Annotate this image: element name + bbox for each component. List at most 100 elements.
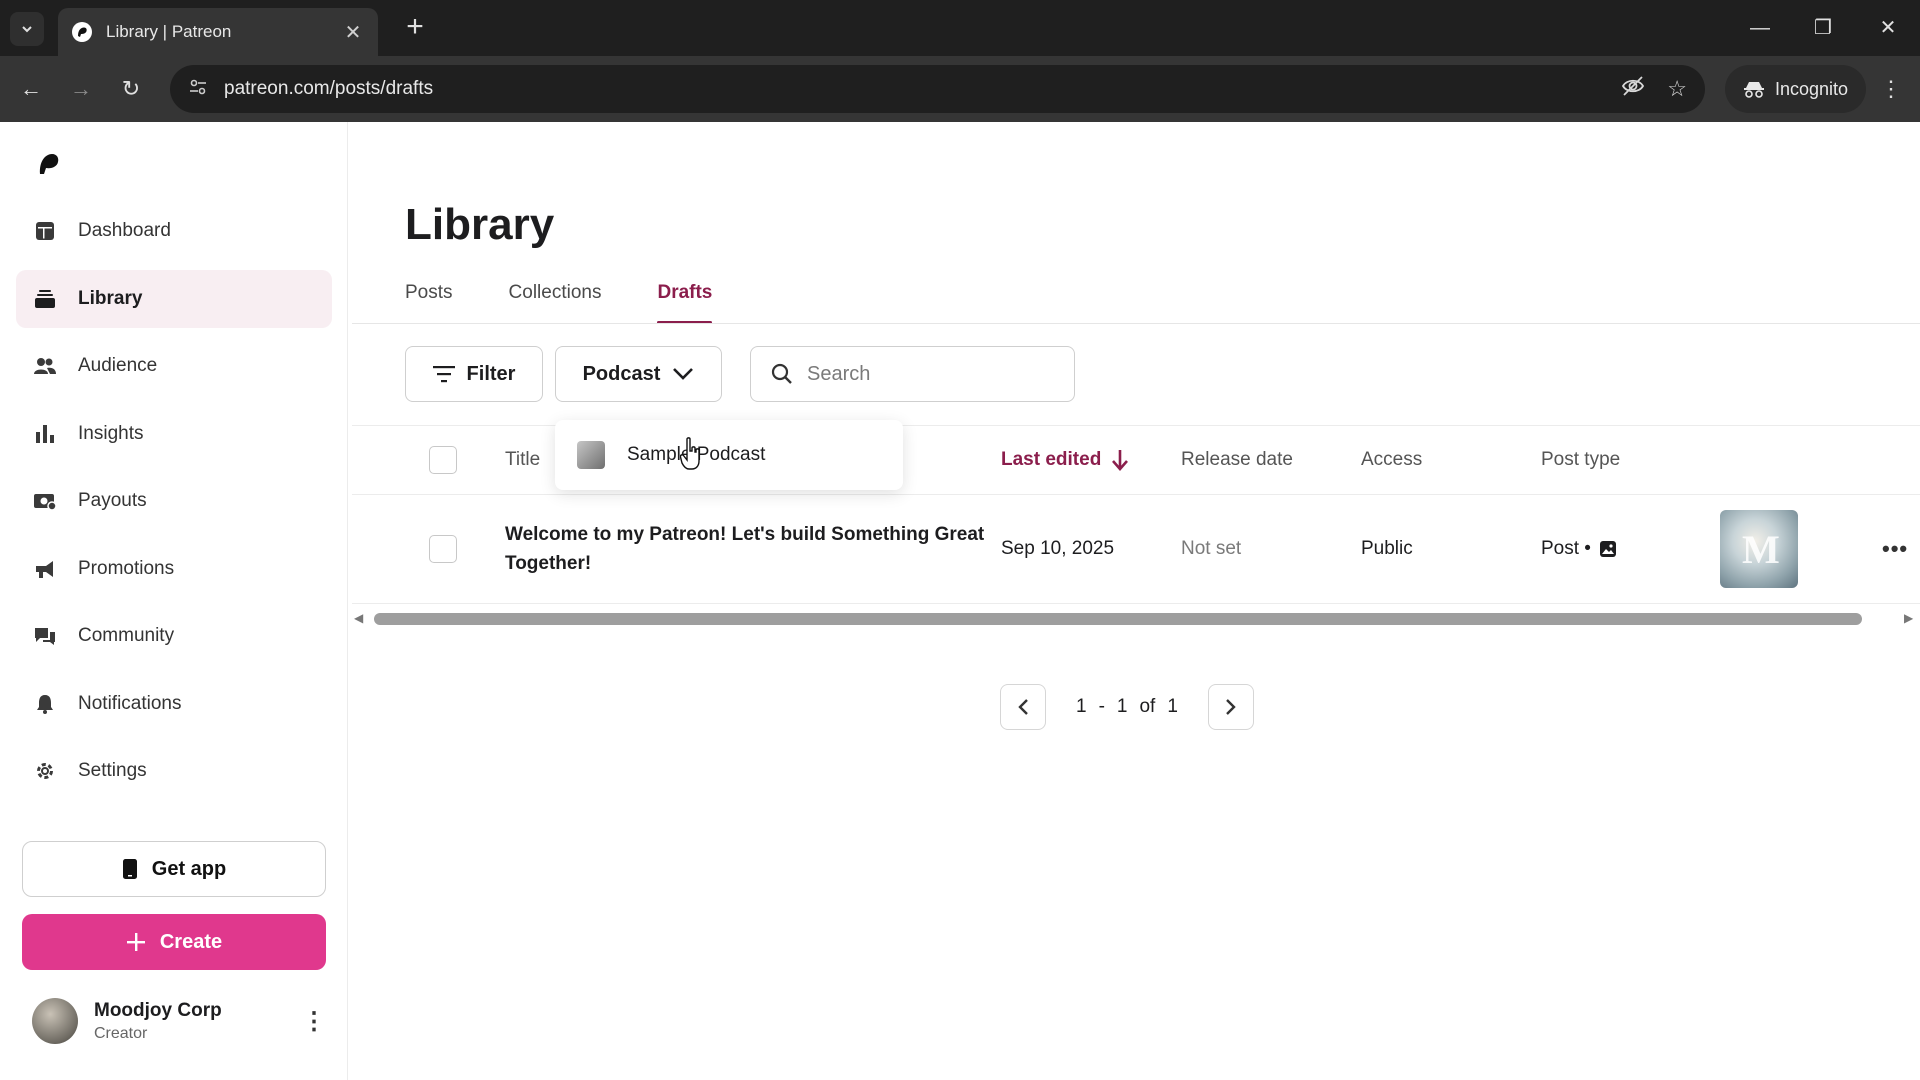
address-bar[interactable]: patreon.com/posts/drafts ☆ <box>170 65 1705 113</box>
sidebar-item-label: Promotions <box>78 557 175 579</box>
more-options-icon[interactable]: ••• <box>1882 536 1908 562</box>
url-text: patreon.com/posts/drafts <box>224 78 434 99</box>
community-icon <box>34 625 56 647</box>
tab-collections[interactable]: Collections <box>509 282 602 324</box>
previous-page-button[interactable] <box>1000 684 1046 730</box>
sidebar-item-notifications[interactable]: Notifications <box>16 675 332 733</box>
column-title[interactable]: Title <box>505 426 540 494</box>
new-tab-button[interactable]: + <box>398 10 432 44</box>
insights-icon <box>34 423 56 445</box>
pagination: 1 - 1 of 1 <box>1000 684 1254 730</box>
browser-menu-icon[interactable]: ⋮ <box>1876 72 1906 106</box>
browser-tab[interactable]: Library | Patreon ✕ <box>58 8 378 56</box>
post-title-link[interactable]: Welcome to my Patreon! Let's build Somet… <box>505 520 985 578</box>
row-more-cell: ••• <box>1882 495 1908 603</box>
patreon-favicon-icon <box>72 22 92 42</box>
search-input[interactable] <box>807 362 1037 386</box>
scrollbar-thumb[interactable] <box>374 613 1862 625</box>
bookmark-star-icon[interactable]: ☆ <box>1667 76 1687 102</box>
promotions-icon <box>34 558 56 580</box>
browser-tab-strip: Library | Patreon ✕ + — ❐ ✕ <box>0 0 1920 56</box>
sidebar-item-label: Audience <box>78 355 158 376</box>
scroll-right-icon[interactable]: ▶ <box>1904 611 1913 625</box>
sidebar-item-label: Insights <box>78 422 144 444</box>
library-tabs: Posts Collections Drafts <box>405 282 712 324</box>
tab-search-button[interactable] <box>10 12 44 46</box>
profile-text: Moodjoy Corp Creator <box>94 1000 222 1043</box>
sidebar-nav: Dashboard Library Audience Insights Payo… <box>16 202 332 810</box>
sidebar-item-label: Dashboard <box>78 220 171 241</box>
table-row[interactable]: Welcome to my Patreon! Let's build Somet… <box>352 495 1920 603</box>
sidebar-item-community[interactable]: Community <box>16 607 332 665</box>
pagination-summary: 1 - 1 of 1 <box>1076 696 1178 718</box>
tab-close-icon[interactable]: ✕ <box>342 20 364 45</box>
column-post-type[interactable]: Post type <box>1541 426 1620 494</box>
gear-icon <box>34 760 56 782</box>
scroll-left-icon[interactable]: ◀ <box>354 611 363 625</box>
incognito-indicator[interactable]: Incognito <box>1725 65 1867 113</box>
create-label: Create <box>159 930 223 953</box>
sidebar-item-library[interactable]: Library <box>16 269 332 328</box>
filter-button[interactable]: Filter <box>405 346 543 402</box>
tracking-protection-icon[interactable] <box>1621 75 1645 103</box>
page-of-label: of <box>1139 696 1156 717</box>
sidebar: Dashboard Library Audience Insights Payo… <box>0 122 348 1080</box>
incognito-icon <box>1744 82 1764 98</box>
tab-posts[interactable]: Posts <box>405 282 453 324</box>
page-end: 1 <box>1116 696 1128 717</box>
table-horizontal-scrollbar[interactable]: ◀ ▶ <box>352 607 1920 629</box>
sidebar-item-payouts[interactable]: Payouts <box>16 472 332 530</box>
search-field[interactable] <box>750 346 1075 402</box>
sidebar-item-promotions[interactable]: Promotions <box>16 540 332 598</box>
sidebar-item-insights[interactable]: Insights <box>16 405 332 463</box>
column-release-date[interactable]: Release date <box>1181 426 1293 494</box>
get-app-label: Get app <box>151 857 227 880</box>
close-window-icon[interactable]: ✕ <box>1868 10 1908 46</box>
plus-icon <box>126 933 145 951</box>
search-icon <box>771 363 792 384</box>
profile-menu-icon[interactable]: ⋮ <box>302 1007 326 1036</box>
sidebar-item-audience[interactable]: Audience <box>16 337 332 395</box>
collection-dropdown-menu: Sample Podcast <box>555 420 903 490</box>
patreon-logo-icon[interactable] <box>36 152 60 176</box>
sidebar-item-label: Notifications <box>78 692 182 714</box>
payouts-icon <box>34 490 56 512</box>
column-last-edited[interactable]: Last edited <box>1001 426 1129 494</box>
reload-icon[interactable]: ↻ <box>114 72 148 106</box>
chevron-down-icon <box>22 26 32 33</box>
restore-icon[interactable]: ❐ <box>1803 10 1843 46</box>
minimize-icon[interactable]: — <box>1740 10 1780 46</box>
row-access: Public <box>1361 538 1413 559</box>
collection-select[interactable]: Podcast <box>555 346 722 402</box>
library-icon <box>34 288 56 310</box>
sidebar-item-dashboard[interactable]: Dashboard <box>16 202 332 260</box>
row-select-cell <box>429 495 457 603</box>
row-bottom-rule <box>352 603 1920 604</box>
avatar <box>32 998 78 1044</box>
site-settings-icon[interactable] <box>188 77 214 102</box>
row-release-date: Not set <box>1181 538 1242 559</box>
audience-icon <box>34 355 56 377</box>
row-checkbox[interactable] <box>429 535 457 563</box>
profile-card[interactable]: Moodjoy Corp Creator ⋮ <box>32 992 326 1050</box>
select-all-checkbox[interactable] <box>429 446 457 474</box>
tab-drafts[interactable]: Drafts <box>657 282 712 324</box>
sidebar-item-label: Community <box>78 625 175 646</box>
page-title: Library <box>405 200 555 249</box>
incognito-label: Incognito <box>1775 78 1849 99</box>
filter-icon <box>432 366 455 383</box>
sidebar-item-settings[interactable]: Settings <box>16 742 332 800</box>
browser-toolbar: ← → ↻ patreon.com/posts/drafts ☆ Incogni… <box>0 56 1920 122</box>
forward-icon[interactable]: → <box>64 72 98 106</box>
post-thumbnail[interactable] <box>1720 510 1798 588</box>
column-last-edited-label: Last edited <box>1001 449 1102 470</box>
next-page-button[interactable] <box>1207 684 1254 730</box>
sidebar-item-label: Payouts <box>78 490 147 511</box>
back-icon[interactable]: ← <box>14 72 48 106</box>
arrow-down-icon <box>1112 450 1129 471</box>
create-button[interactable]: Create <box>22 914 326 970</box>
get-app-button[interactable]: Get app <box>22 841 326 897</box>
column-access[interactable]: Access <box>1361 426 1422 494</box>
tab-title: Library | Patreon <box>106 22 232 41</box>
row-title-cell: Welcome to my Patreon! Let's build Somet… <box>505 495 985 603</box>
